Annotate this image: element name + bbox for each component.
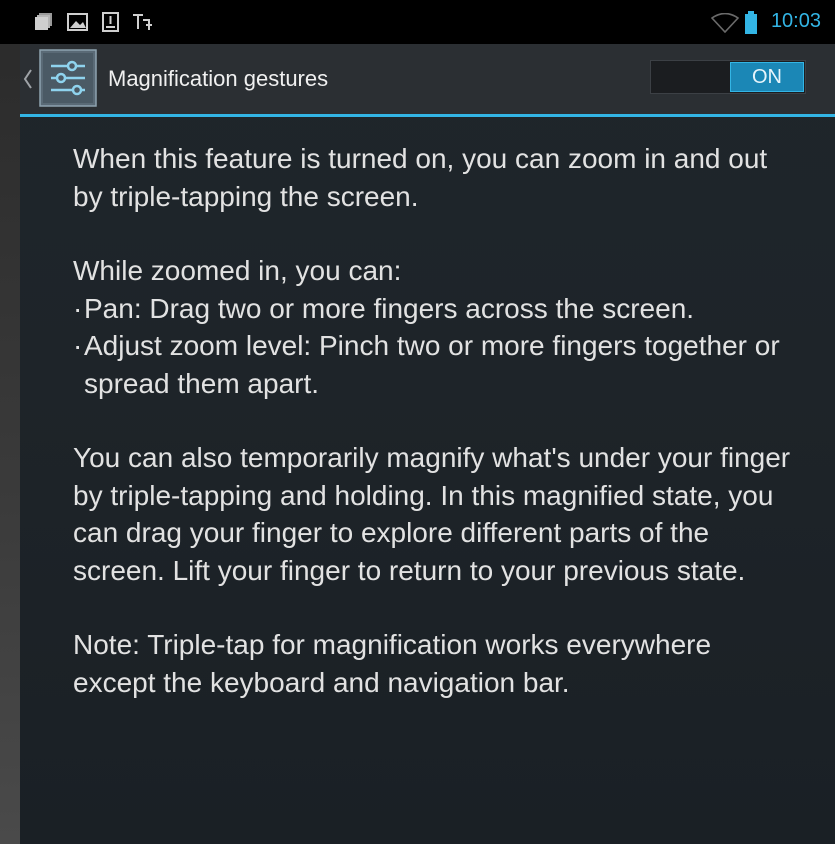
bullet-dot: ·	[73, 292, 83, 324]
usb-debug-icon	[131, 12, 155, 32]
wifi-icon	[711, 13, 739, 33]
temporary-magnify-paragraph: You can also temporarily magnify what's …	[73, 442, 791, 586]
bullet-pan: · Pan: Drag two or more fingers across th…	[73, 290, 793, 328]
zoomed-heading: While zoomed in, you can:	[73, 255, 402, 286]
download-icon	[101, 12, 121, 32]
description-text: When this feature is turned on, you can …	[73, 140, 793, 701]
action-bar-divider	[20, 114, 835, 117]
clock: 10:03	[770, 10, 821, 32]
page-title: Magnification gestures	[108, 66, 329, 91]
accessibility-settings-icon[interactable]	[39, 49, 97, 107]
bullet-zoom-level: · Adjust zoom level: Pinch two or more fi…	[73, 327, 793, 402]
battery-icon	[744, 11, 758, 34]
magnification-toggle[interactable]: ON	[650, 60, 806, 94]
bullet-dot: ·	[73, 330, 83, 361]
toggle-on-label[interactable]: ON	[730, 62, 804, 92]
bullet-pan-text: Pan: Drag two or more fingers across the…	[84, 292, 695, 324]
note-paragraph: Note: Triple-tap for magnification works…	[73, 629, 712, 698]
background-strip	[0, 0, 20, 844]
settings-screen: 10:03 Magnification gestures ON When thi…	[0, 0, 835, 844]
bullet-zoom-text: Adjust zoom level: Pinch two or more fin…	[84, 330, 780, 399]
action-bar: Magnification gestures ON	[20, 44, 835, 114]
gallery-stack-icon	[34, 12, 54, 32]
up-caret-icon[interactable]	[22, 66, 34, 92]
intro-paragraph: When this feature is turned on, you can …	[73, 143, 768, 212]
status-bar: 10:03	[0, 0, 835, 44]
picture-icon	[67, 12, 89, 32]
